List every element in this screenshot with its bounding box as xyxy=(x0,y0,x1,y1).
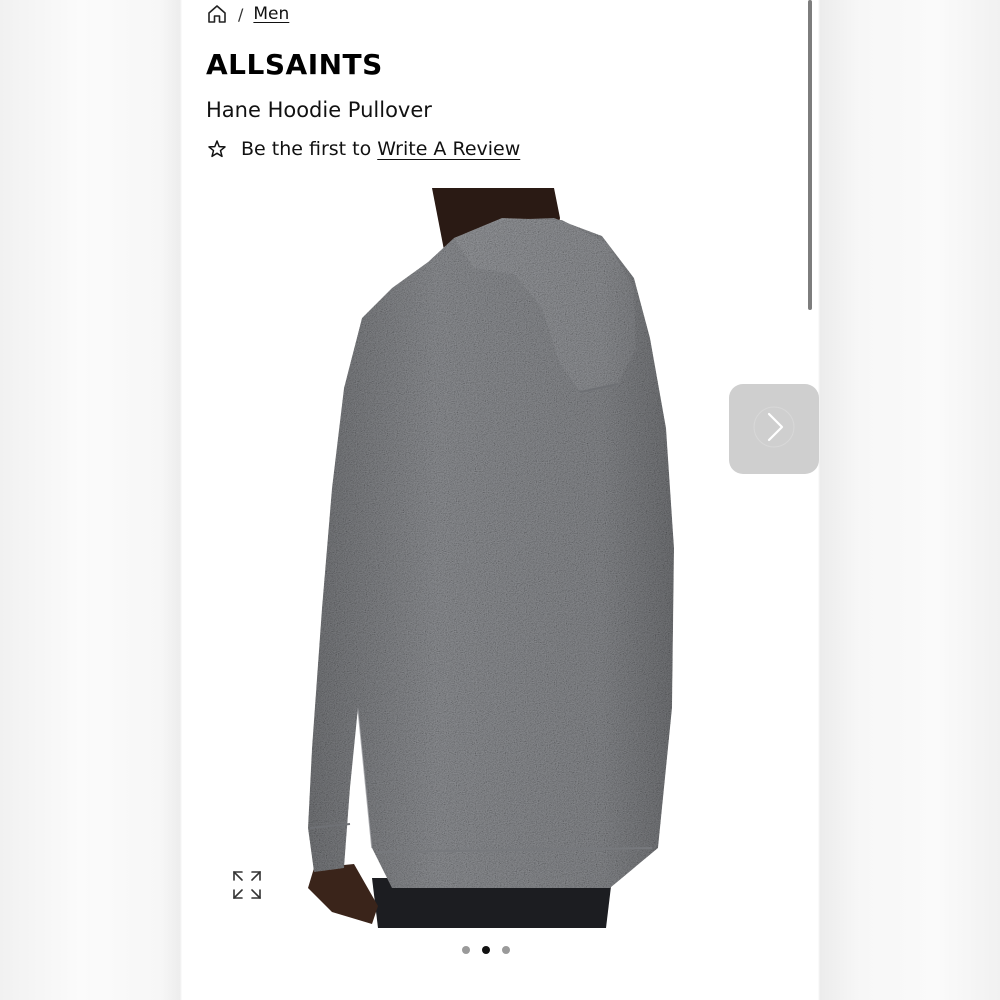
brand-name[interactable]: ALLSAINTS xyxy=(206,48,383,81)
breadcrumb-link-men[interactable]: Men xyxy=(253,4,289,24)
carousel-dot-3[interactable] xyxy=(502,946,510,954)
write-review-link[interactable]: Write A Review xyxy=(377,138,520,160)
breadcrumb: / Men xyxy=(206,0,289,28)
product-title: Hane Hoodie Pullover xyxy=(206,98,432,122)
home-icon[interactable] xyxy=(206,3,228,25)
star-outline-icon xyxy=(206,138,228,160)
carousel-dot-1[interactable] xyxy=(462,946,470,954)
product-image xyxy=(308,188,674,928)
scrollbar-thumb[interactable] xyxy=(808,0,812,310)
chevron-right-icon xyxy=(751,404,797,454)
review-prompt: Be the first to Write A Review xyxy=(206,138,520,160)
breadcrumb-separator: / xyxy=(238,4,244,24)
next-image-button[interactable] xyxy=(729,384,819,474)
expand-icon[interactable] xyxy=(230,868,264,902)
carousel-dot-2[interactable] xyxy=(482,946,490,954)
review-prompt-text: Be the first to xyxy=(241,138,372,160)
product-page: / Men ALLSAINTS Hane Hoodie Pullover Be … xyxy=(182,0,818,1000)
product-image-gallery[interactable] xyxy=(182,188,818,928)
carousel-pagination xyxy=(182,946,804,954)
